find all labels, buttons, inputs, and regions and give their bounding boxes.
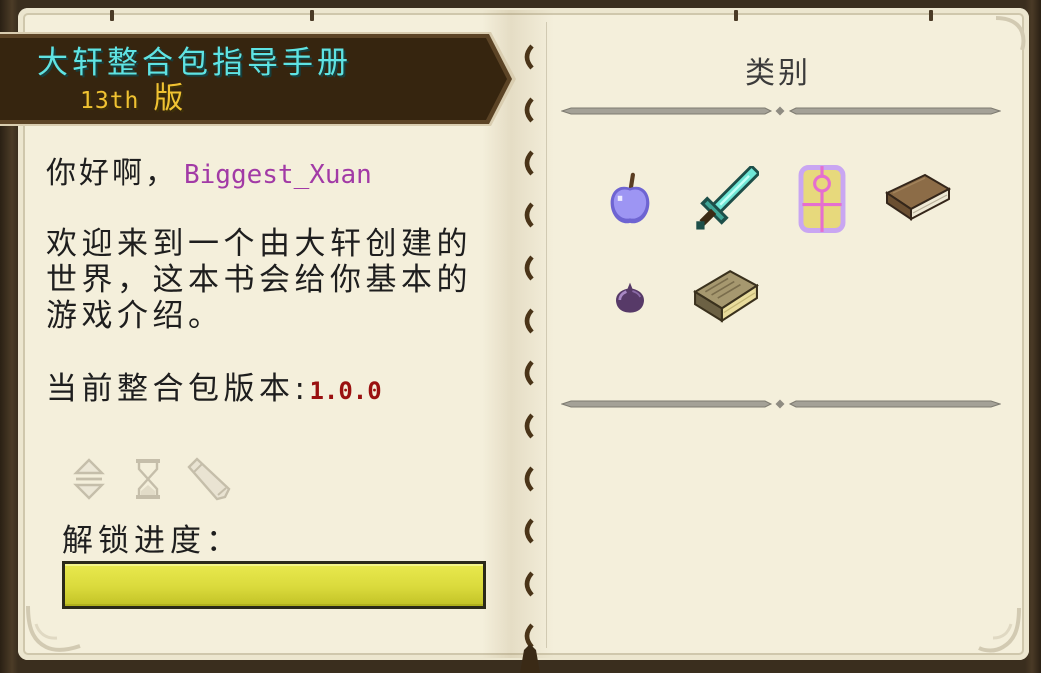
binding-mark [524, 255, 534, 281]
binding-mark [524, 308, 534, 334]
book-title: 大轩整合包指导手册 [37, 45, 352, 81]
binding-mark [524, 202, 534, 228]
binding-mark [524, 360, 534, 386]
talisman-icon [798, 165, 846, 233]
corner-flourish-bottom-right [978, 607, 1021, 653]
binding-notch [929, 10, 933, 21]
book-title-banner: 大轩整合包指导手册 13th 版 [0, 32, 518, 126]
category-button[interactable] [774, 150, 870, 248]
edition-number: 13th [80, 88, 140, 114]
diamond-sword-icon [696, 166, 759, 230]
category-button[interactable] [870, 150, 966, 248]
binding-mark [524, 571, 534, 597]
purple-orb-icon [615, 282, 645, 313]
binding-notch [734, 10, 738, 21]
purple-apple-icon [610, 172, 650, 224]
old-book-icon [693, 270, 759, 323]
binding-notch [310, 10, 314, 21]
edition-suffix: 版 [153, 81, 184, 116]
version-label: 当前整合包版本: [46, 371, 310, 407]
tool-button-edit[interactable] [184, 456, 234, 504]
greeting-line: 你好啊， Biggest_Xuan [46, 156, 372, 193]
category-button[interactable] [582, 150, 678, 248]
greeting-text: 你好啊， [46, 156, 178, 191]
category-button[interactable] [678, 248, 774, 346]
tool-button-history[interactable] [131, 456, 165, 502]
hourglass-icon [136, 459, 160, 499]
binding-mark [524, 466, 534, 492]
intro-line: 世界，这本书会给你基本的 [46, 262, 472, 298]
categories-title: 类别 [745, 56, 811, 91]
intro-line: 游戏介绍。 [46, 298, 224, 334]
separator-bottom [561, 399, 1001, 409]
category-button[interactable] [678, 150, 774, 248]
binding-mark [524, 413, 534, 439]
progress-fill [65, 564, 483, 606]
player-name: Biggest_Xuan [184, 160, 372, 190]
book-icon [885, 173, 951, 221]
corner-flourish-top-right [995, 16, 1026, 51]
separator-top [561, 106, 1001, 116]
intro-line: 欢迎来到一个由大轩创建的 [46, 226, 472, 262]
binding-notch [110, 10, 114, 21]
binding-mark [524, 518, 534, 544]
unlock-progress-bar [62, 561, 486, 609]
right-page-edge [546, 22, 547, 648]
binding-mark [524, 44, 534, 70]
intro-paragraph: 欢迎来到一个由大轩创建的 世界，这本书会给你基本的 游戏介绍。 [46, 226, 472, 334]
tool-button-sort[interactable] [70, 456, 108, 502]
unlock-progress-label: 解锁进度： [62, 523, 242, 559]
corner-flourish-bottom-left [26, 605, 81, 652]
book-edition: 13th 版 [80, 82, 183, 120]
binding-mark [524, 97, 534, 123]
sort-arrows-icon [73, 458, 105, 500]
modpack-version-line: 当前整合包版本:1.0.0 [46, 371, 382, 409]
binding-mark [524, 150, 534, 176]
category-button[interactable] [582, 248, 678, 346]
pencil-icon [187, 457, 231, 501]
spine-bottom-binding [520, 644, 540, 673]
version-value: 1.0.0 [309, 377, 382, 405]
